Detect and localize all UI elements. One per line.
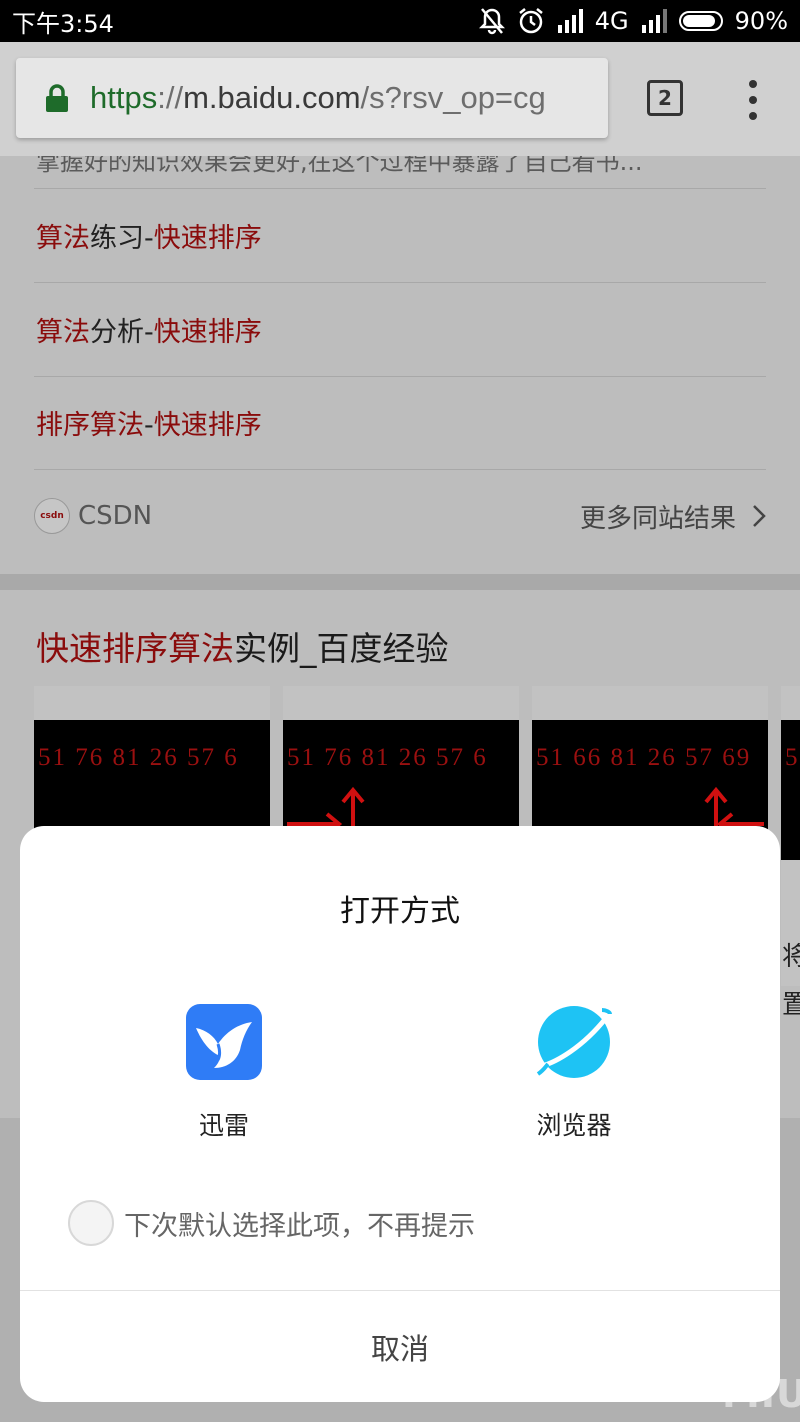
signal-strength-2-icon [641, 9, 667, 33]
divider [34, 282, 766, 283]
network-type: 4G [594, 7, 629, 35]
csdn-logo-icon: csdn [34, 498, 70, 534]
app-label: 浏览器 [536, 1111, 612, 1140]
divider [34, 188, 766, 189]
remember-label: 下次默认选择此项，不再提示 [124, 1210, 475, 1242]
status-time: 下午3:54 [12, 9, 114, 38]
result-snippet: 掌握好的知识效果会更好,在这个过程中暴露了自己看书... [36, 156, 643, 176]
site-row: csdn CSDN 更多同站结果 [34, 494, 766, 538]
more-site-results-link[interactable]: 更多同站结果 [580, 498, 766, 535]
remember-checkbox[interactable] [68, 1200, 114, 1246]
side-text: 置 [782, 990, 800, 1020]
tab-count: 2 [658, 86, 672, 110]
sub-result-link-2[interactable]: 算法分析-快速排序 [36, 310, 262, 349]
xunlei-bird-icon [186, 1004, 262, 1080]
battery-icon [678, 11, 723, 31]
app-option-browser[interactable]: 浏览器 [474, 1004, 674, 1142]
sub-result-link-1[interactable]: 算法练习-快速排序 [36, 216, 262, 255]
side-text: 将 [782, 942, 800, 972]
divider [34, 376, 766, 377]
app-label: 迅雷 [198, 1111, 249, 1140]
overflow-menu-icon[interactable] [744, 80, 762, 120]
lock-icon [46, 84, 68, 112]
bell-muted-icon [478, 7, 505, 35]
browser-toolbar: https://m.baidu.com/s?rsv_op=cg 2 [0, 42, 800, 156]
cancel-button[interactable]: 取消 [20, 1291, 780, 1402]
url-text: https://m.baidu.com/s?rsv_op=cg [90, 80, 546, 115]
chevron-right-icon [753, 505, 766, 527]
status-icons: 4G 90% [478, 7, 788, 35]
remember-choice-row[interactable]: 下次默认选择此项，不再提示 [68, 1200, 475, 1246]
dialog-title: 打开方式 [340, 894, 460, 929]
battery-percent: 90% [734, 7, 788, 35]
sub-result-link-3[interactable]: 排序算法-快速排序 [36, 403, 262, 442]
result-title-link[interactable]: 快速排序算法实例_百度经验 [36, 622, 449, 670]
tab-switcher-button[interactable]: 2 [647, 80, 683, 116]
divider [34, 469, 766, 470]
status-bar: 下午3:54 4G 90% [0, 0, 800, 42]
open-with-dialog: 打开方式 迅雷 浏览器 下次默认选择此项，不再提示 取消 [20, 826, 780, 1402]
url-bar[interactable]: https://m.baidu.com/s?rsv_op=cg [16, 58, 608, 138]
card-separator [0, 574, 800, 590]
app-option-xunlei[interactable]: 迅雷 [124, 1004, 324, 1142]
alarm-clock-icon [517, 7, 545, 35]
signal-strength-icon [557, 9, 583, 33]
site-name: CSDN [78, 501, 153, 531]
browser-planet-icon [536, 1006, 612, 1078]
